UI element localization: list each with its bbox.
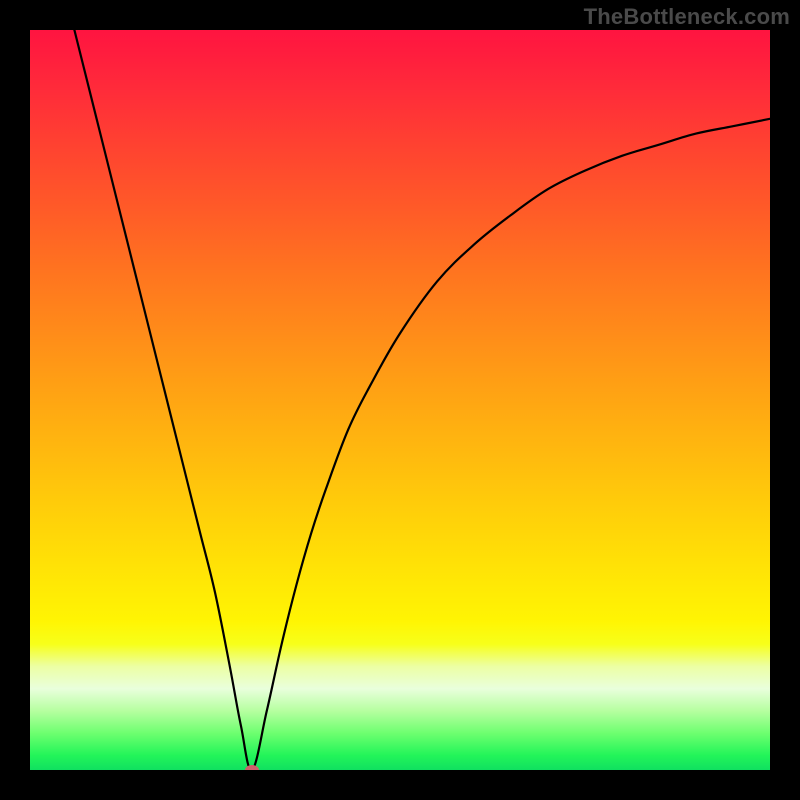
plot-area (30, 30, 770, 770)
watermark-text: TheBottleneck.com (584, 4, 790, 30)
curve-minimum-marker (245, 765, 259, 770)
bottleneck-curve (67, 30, 770, 770)
chart-frame: TheBottleneck.com (0, 0, 800, 800)
curve-svg (30, 30, 770, 770)
